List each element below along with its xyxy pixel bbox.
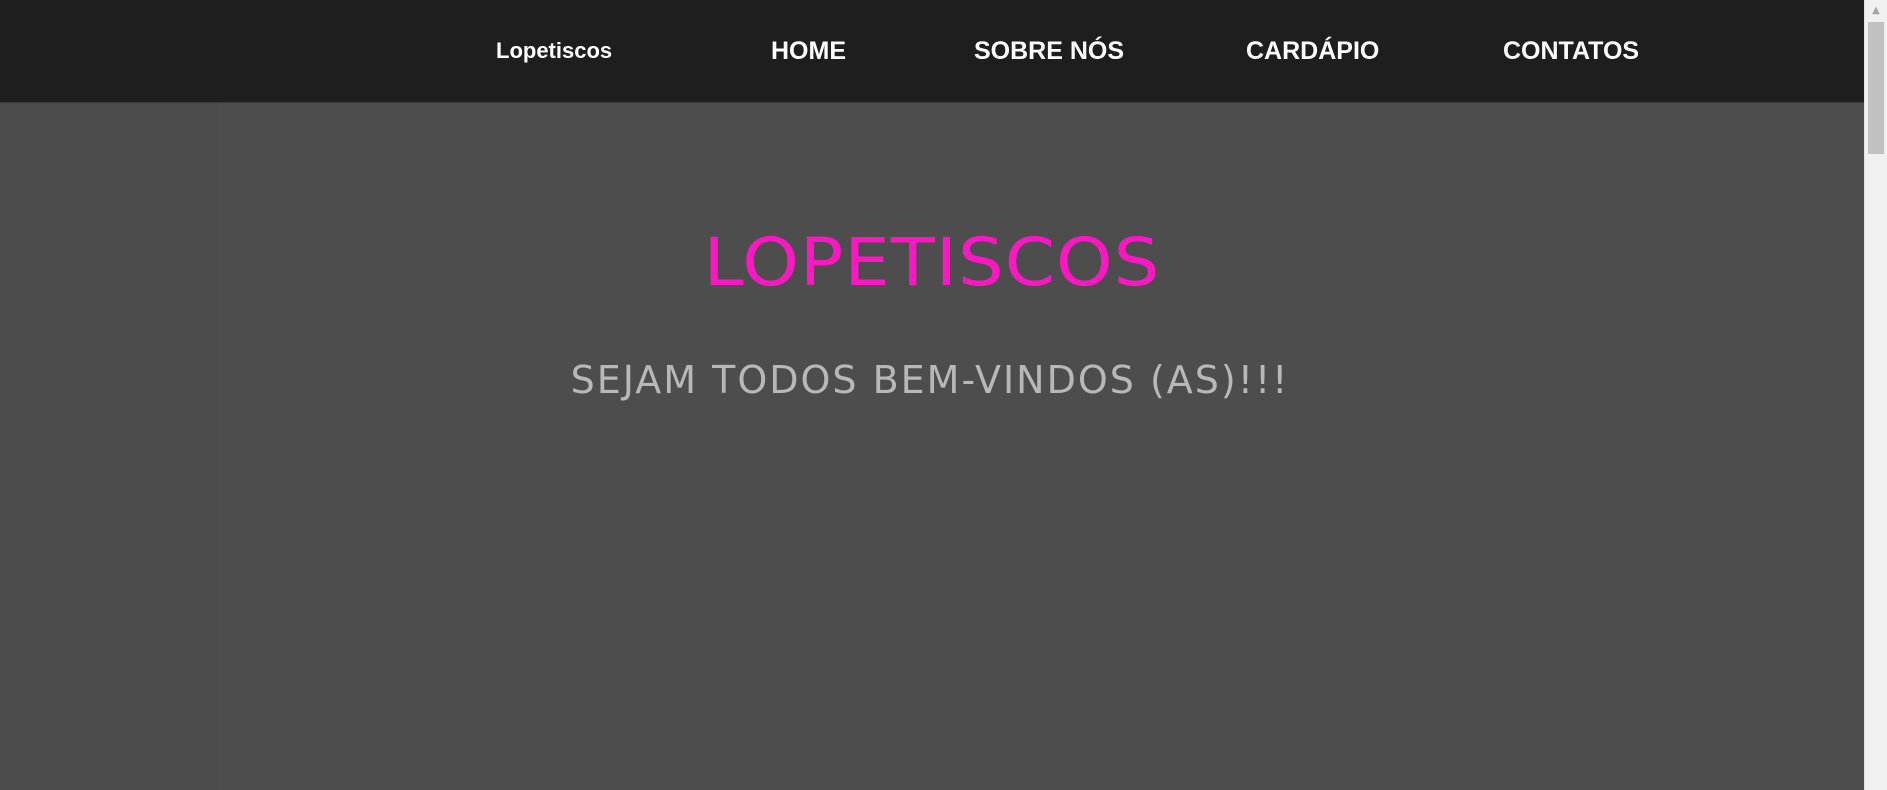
hero-panel: [218, 103, 1864, 790]
hero-subtitle: SEJAM TODOS BEM-VINDOS (AS)!!!: [570, 358, 1290, 402]
scroll-thumb[interactable]: [1868, 22, 1884, 154]
nav-link-home[interactable]: HOME: [771, 36, 846, 66]
nav-brand[interactable]: Lopetiscos: [496, 38, 612, 64]
vertical-scrollbar[interactable]: ▲: [1864, 0, 1887, 790]
hero-title: LOPETISCOS: [703, 223, 1161, 301]
scroll-up-arrow-icon[interactable]: ▲: [1865, 4, 1887, 18]
nav-link-cardapio[interactable]: CARDÁPIO: [1246, 36, 1379, 66]
navbar: Lopetiscos HOME SOBRE NÓS CARDÁPIO CONTA…: [0, 0, 1864, 103]
page: Lopetiscos HOME SOBRE NÓS CARDÁPIO CONTA…: [0, 0, 1887, 790]
nav-link-contatos[interactable]: CONTATOS: [1503, 36, 1639, 66]
hero-section: [0, 103, 1864, 790]
nav-link-sobre-nos[interactable]: SOBRE NÓS: [974, 36, 1124, 66]
